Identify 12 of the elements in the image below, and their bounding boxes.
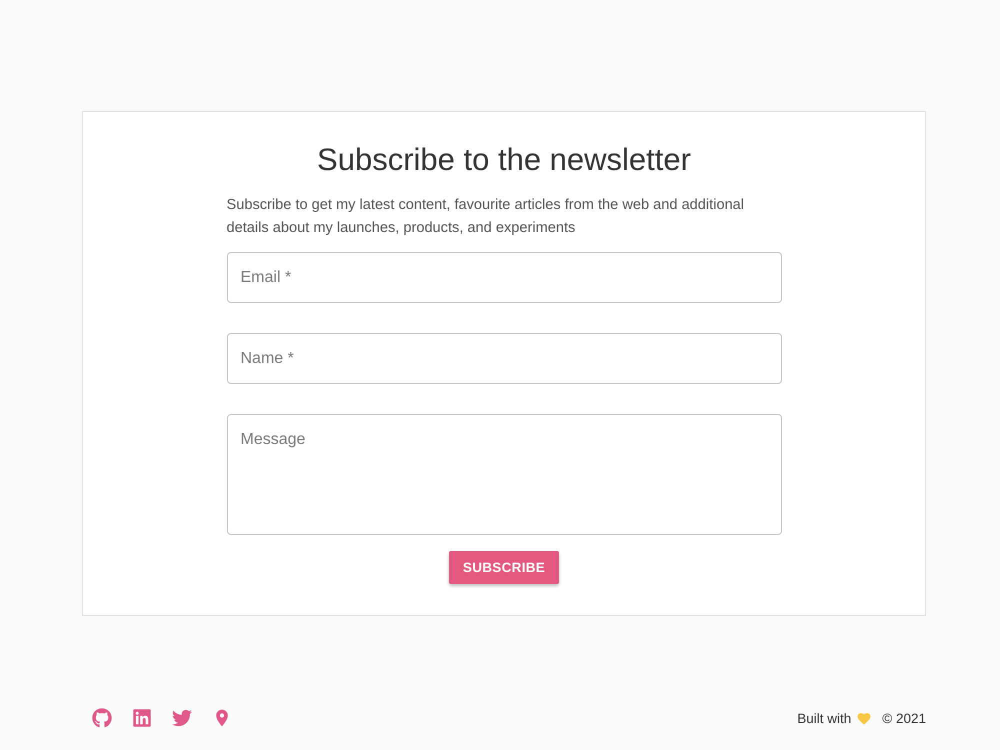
built-with-text: Built with xyxy=(797,710,852,726)
input-field[interactable]: Email * xyxy=(226,252,782,303)
twitter-icon[interactable] xyxy=(172,708,192,728)
github-icon[interactable] xyxy=(92,708,112,728)
newsletter-title: Subscribe to the newsletter xyxy=(317,141,691,179)
heart-icon xyxy=(857,712,872,724)
linkedin-icon[interactable] xyxy=(132,708,152,728)
message-field[interactable]: Message xyxy=(226,414,782,535)
subscribe-button[interactable]: SUBSCRIBE xyxy=(448,551,560,584)
input-field[interactable]: Name * xyxy=(226,333,782,384)
copyright-text: © 2021 xyxy=(882,710,926,726)
newsletter-description: Subscribe to get my latest content, favourite articles from the web and additional details about my launches, products, and experiments xyxy=(226,196,746,238)
